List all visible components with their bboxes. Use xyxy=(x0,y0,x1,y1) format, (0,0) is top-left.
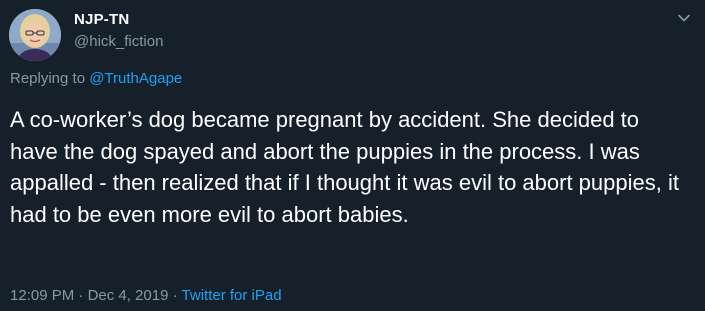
tweet-text: A co-worker’s dog became pregnant by acc… xyxy=(10,107,679,227)
tweet-time[interactable]: 12:09 PM xyxy=(10,287,74,304)
avatar-image xyxy=(9,9,61,61)
tweet-date[interactable]: Dec 4, 2019 xyxy=(88,287,169,304)
tweet-meta: 12:09 PM · Dec 4, 2019 · Twitter for iPa… xyxy=(10,287,282,304)
avatar[interactable] xyxy=(9,9,61,61)
reply-prefix: Replying to xyxy=(10,70,86,87)
tweet-source-link[interactable]: Twitter for iPad xyxy=(182,287,282,304)
user-handle[interactable]: @hick_fiction xyxy=(74,33,163,50)
meta-separator: · xyxy=(78,287,84,304)
reply-target-link[interactable]: @TruthAgape xyxy=(89,70,182,87)
meta-separator: · xyxy=(172,287,178,304)
chevron-down-icon[interactable] xyxy=(675,9,693,27)
display-name[interactable]: NJP-TN xyxy=(74,11,129,28)
reply-context: Replying to @TruthAgape xyxy=(10,70,182,87)
tweet-card: NJP-TN @hick_fiction Replying to @TruthA… xyxy=(0,0,705,311)
